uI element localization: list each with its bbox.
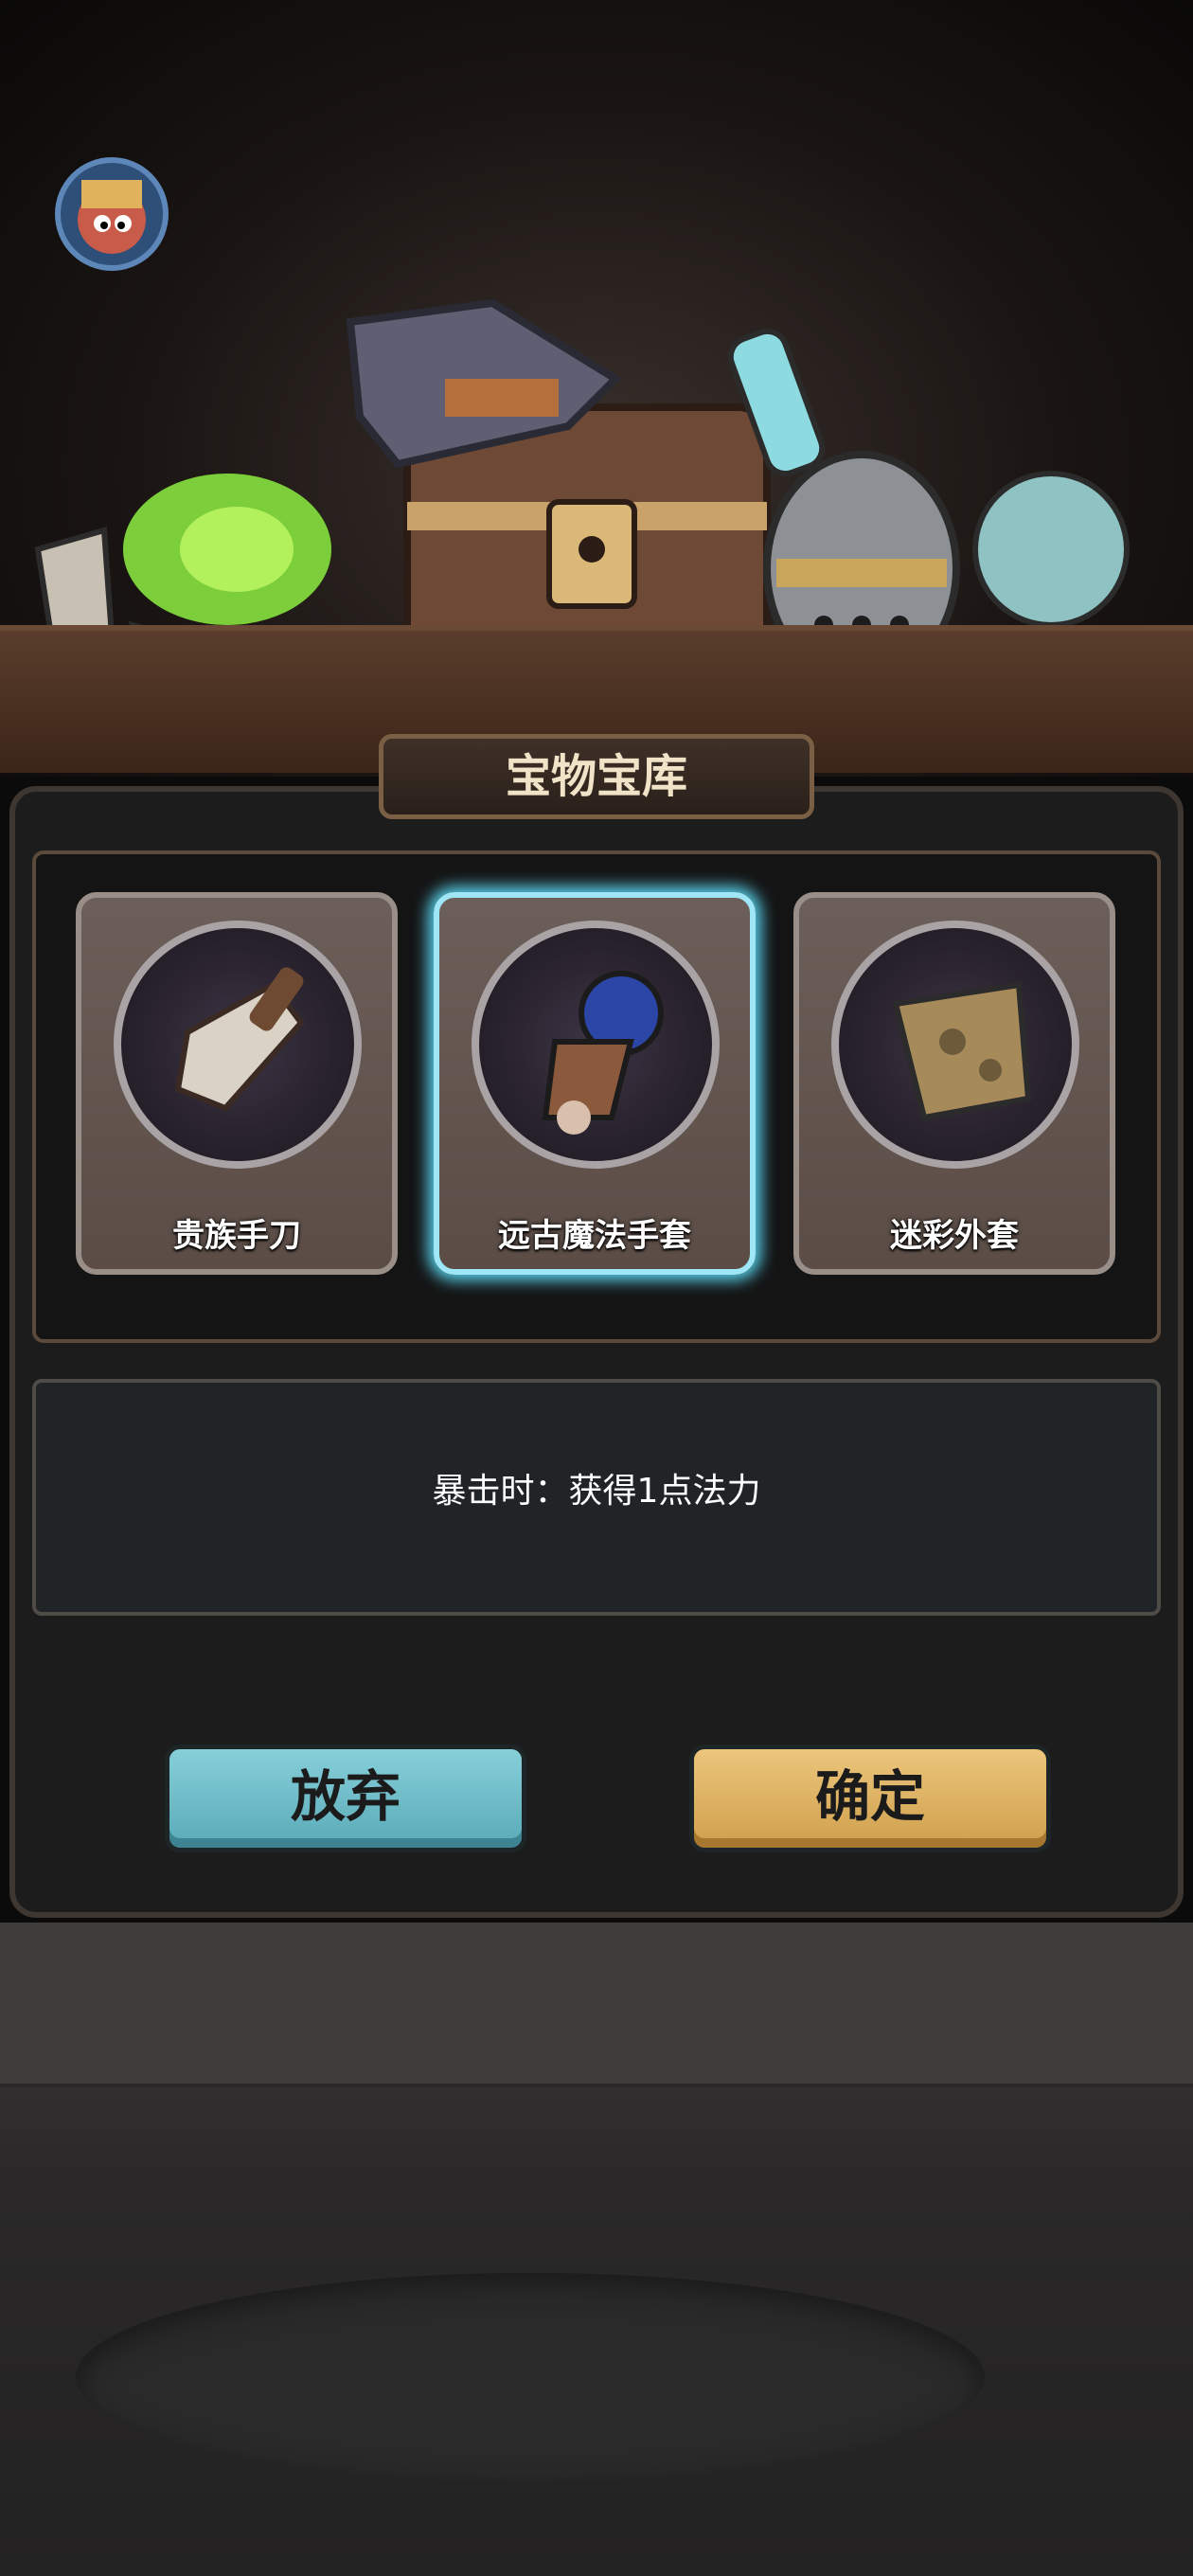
dungeon-wall bbox=[0, 1923, 1193, 2087]
panel-title: 宝物宝库 bbox=[379, 734, 814, 819]
item-card-label: 远古魔法手套 bbox=[498, 1217, 691, 1255]
item-card-cleaver[interactable]: 贵族手刀 bbox=[76, 892, 398, 1275]
abandon-button[interactable]: 放弃 bbox=[165, 1744, 526, 1852]
item-card-label: 迷彩外套 bbox=[890, 1217, 1019, 1255]
item-card-coat[interactable]: 迷彩外套 bbox=[793, 892, 1115, 1275]
floor-pit bbox=[76, 2273, 985, 2481]
hero-portrait-icon[interactable] bbox=[55, 157, 169, 271]
cleaver-icon bbox=[114, 921, 362, 1169]
item-card-gauntlet[interactable]: 远古魔法手套 bbox=[434, 892, 756, 1275]
confirm-button[interactable]: 确定 bbox=[689, 1744, 1051, 1852]
item-description: 暴击时：获得1点法力 bbox=[32, 1379, 1161, 1616]
gauntlet-icon bbox=[472, 921, 720, 1169]
item-card-label: 贵族手刀 bbox=[172, 1217, 301, 1255]
coat-icon bbox=[831, 921, 1079, 1169]
